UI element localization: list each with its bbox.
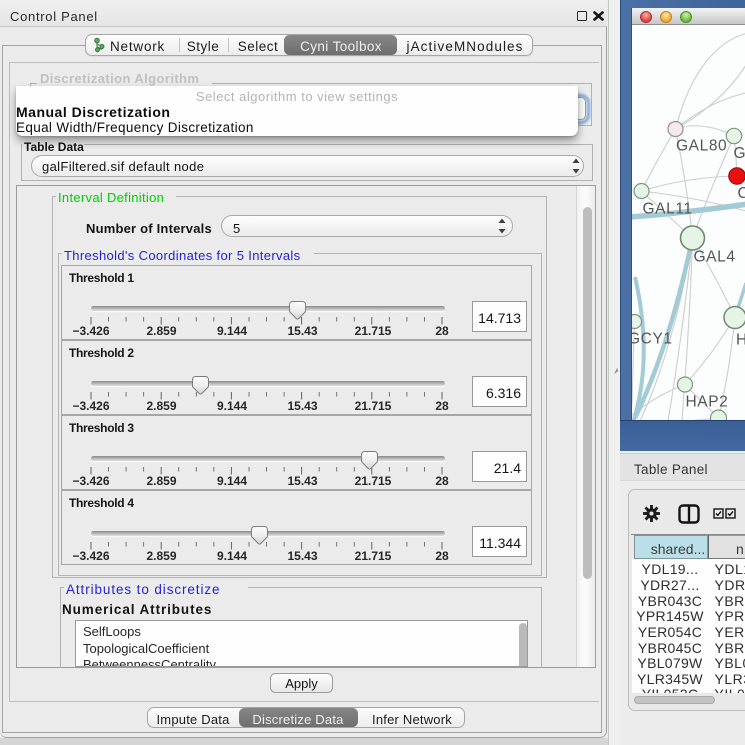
svg-text:C: C: [737, 185, 745, 202]
svg-text:GAL11: GAL11: [642, 201, 692, 218]
svg-text:H: H: [736, 332, 745, 349]
svg-text:GAL4: GAL4: [693, 249, 735, 266]
svg-text:GCY1: GCY1: [632, 331, 673, 348]
svg-text:HAP2: HAP2: [685, 394, 728, 411]
svg-text:GA: GA: [733, 145, 745, 162]
svg-text:GAL80: GAL80: [676, 138, 727, 155]
